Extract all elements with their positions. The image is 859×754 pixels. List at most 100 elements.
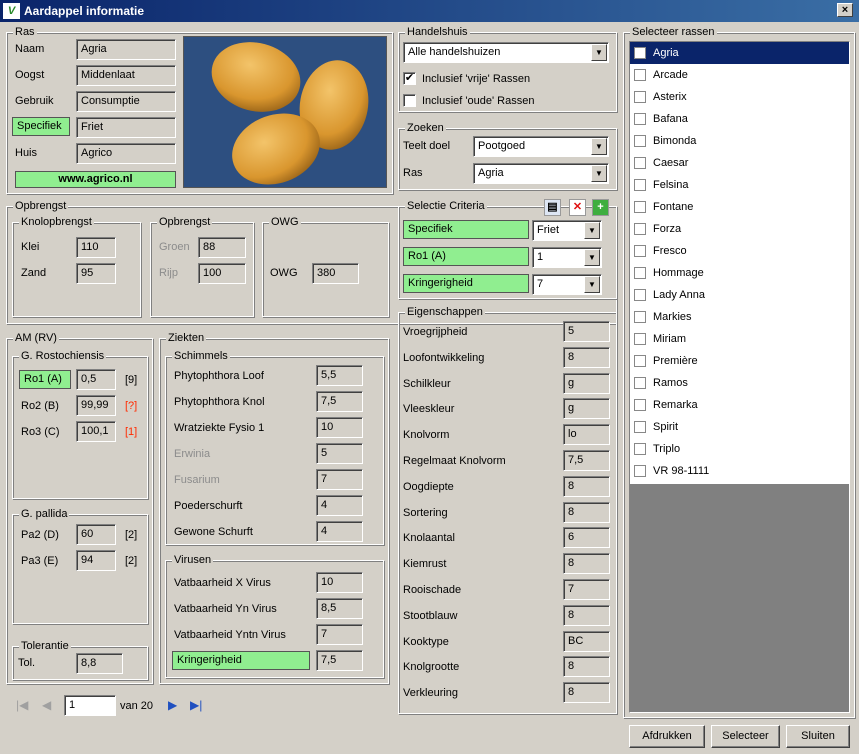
ras-field-value: Middenlaat bbox=[76, 65, 176, 86]
schimmel-value: 5,5 bbox=[316, 365, 363, 386]
ras-checkbox[interactable] bbox=[634, 465, 646, 477]
ro-note: [?] bbox=[125, 400, 138, 412]
rassen-list-item[interactable]: Fresco bbox=[630, 240, 849, 262]
ras-search-select[interactable]: Agria ▼ bbox=[473, 163, 609, 184]
rassen-list-item[interactable]: Hommage bbox=[630, 262, 849, 284]
tolerantie-legend: Tolerantie bbox=[19, 640, 71, 652]
prev-page-icon[interactable]: ◀ bbox=[42, 698, 51, 712]
rassen-list-body: Agria Arcade Asterix Bafana Bimonda Caesar Fel… bbox=[630, 42, 849, 484]
rassen-list-item[interactable]: Asterix bbox=[630, 86, 849, 108]
ras-checkbox[interactable] bbox=[634, 135, 646, 147]
ras-item-label: Fresco bbox=[653, 245, 687, 257]
rassen-list-item[interactable]: Miriam bbox=[630, 328, 849, 350]
handelshuis-select[interactable]: Alle handelshuizen ▼ bbox=[403, 42, 609, 63]
opbrengst-legend: Opbrengst bbox=[13, 200, 69, 212]
ras-item-label: Miriam bbox=[653, 333, 686, 345]
rassen-list-item[interactable]: Ramos bbox=[630, 372, 849, 394]
eigenschap-label: Stootblauw bbox=[403, 609, 458, 622]
ro-value: 99,99 bbox=[76, 395, 116, 416]
page-input[interactable]: 1 bbox=[64, 695, 116, 716]
ras-item-label: Hommage bbox=[653, 267, 704, 279]
rassen-list-item[interactable]: Felsina bbox=[630, 174, 849, 196]
selecteer-rassen-legend: Selecteer rassen bbox=[630, 26, 717, 38]
ras-checkbox[interactable] bbox=[634, 333, 646, 345]
ras-checkbox[interactable] bbox=[634, 289, 646, 301]
rassen-list-item[interactable]: Spirit bbox=[630, 416, 849, 438]
ras-checkbox[interactable] bbox=[634, 201, 646, 213]
rassen-list-item[interactable]: Arcade bbox=[630, 64, 849, 86]
criteria-select[interactable]: Friet ▼ bbox=[532, 220, 602, 241]
eigenschap-label: Vroegrijpheid bbox=[403, 326, 468, 338]
ras-item-label: Markies bbox=[653, 311, 692, 323]
first-page-icon[interactable]: |◀ bbox=[16, 698, 28, 712]
criteria-select[interactable]: 1 ▼ bbox=[532, 247, 602, 268]
rassen-list-item[interactable]: Bafana bbox=[630, 108, 849, 130]
ras-checkbox[interactable] bbox=[634, 421, 646, 433]
website-link[interactable]: www.agrico.nl bbox=[15, 171, 176, 188]
rijp-value: 100 bbox=[198, 263, 246, 284]
ras-checkbox[interactable] bbox=[634, 267, 646, 279]
ras-checkbox[interactable] bbox=[634, 91, 646, 103]
selecteer-button[interactable]: Selecteer bbox=[711, 725, 780, 748]
ro-note: [9] bbox=[125, 374, 138, 386]
virus-label: Vatbaarheid Yntn Virus bbox=[174, 629, 286, 641]
ras-item-label: Première bbox=[653, 355, 698, 367]
ras-checkbox[interactable] bbox=[634, 355, 646, 367]
ras-checkbox[interactable] bbox=[634, 113, 646, 125]
ro-label: Ro1 (A) bbox=[19, 370, 71, 389]
virus-value: 10 bbox=[316, 572, 363, 593]
pa-value: 94 bbox=[76, 550, 116, 571]
rassen-list-item[interactable]: Bimonda bbox=[630, 130, 849, 152]
schimmel-value: 7 bbox=[316, 469, 363, 490]
rassen-list-item[interactable]: Agria bbox=[630, 42, 849, 64]
virus-value: 7 bbox=[316, 624, 363, 645]
eigenschap-label: Schilkleur bbox=[403, 377, 451, 390]
ras-checkbox[interactable] bbox=[634, 311, 646, 323]
rassen-list-item[interactable]: Caesar bbox=[630, 152, 849, 174]
rassen-list-item[interactable]: Fontane bbox=[630, 196, 849, 218]
rassen-list-item[interactable]: Remarka bbox=[630, 394, 849, 416]
ras-checkbox[interactable] bbox=[634, 179, 646, 191]
ras-checkbox[interactable] bbox=[634, 157, 646, 169]
add-criteria-icon[interactable]: + bbox=[592, 199, 609, 216]
owg-label: OWG bbox=[270, 267, 298, 279]
sluiten-button[interactable]: Sluiten bbox=[786, 725, 850, 748]
ras-field-label: Huis bbox=[15, 147, 38, 159]
last-page-icon[interactable]: ▶| bbox=[190, 698, 202, 712]
next-page-icon[interactable]: ▶ bbox=[168, 698, 177, 712]
ras-checkbox[interactable] bbox=[634, 69, 646, 81]
title-bar: V Aardappel informatie × bbox=[0, 0, 859, 22]
ras-checkbox[interactable] bbox=[634, 443, 646, 455]
ras-item-label: Lady Anna bbox=[653, 289, 705, 301]
criteria-select[interactable]: 7 ▼ bbox=[532, 274, 602, 295]
ras-item-label: Forza bbox=[653, 223, 682, 235]
rostochiensis-legend: G. Rostochiensis bbox=[19, 350, 107, 362]
chevron-down-icon: ▼ bbox=[591, 165, 607, 182]
ras-checkbox[interactable] bbox=[634, 223, 646, 235]
ras-checkbox[interactable] bbox=[634, 245, 646, 257]
ras-item-label: VR 98-1111 bbox=[653, 465, 710, 477]
ro-label: Ro2 (B) bbox=[21, 400, 59, 412]
delete-criteria-icon[interactable]: ✕ bbox=[569, 199, 586, 216]
rassen-list-item[interactable]: Première bbox=[630, 350, 849, 372]
ras-checkbox[interactable] bbox=[634, 47, 646, 59]
ras-field-value: Agria bbox=[76, 39, 176, 60]
teelt-doel-select[interactable]: Pootgoed ▼ bbox=[473, 136, 609, 157]
rassen-list-item[interactable]: VR 98-1111 bbox=[630, 460, 849, 482]
rassen-list-item[interactable]: Forza bbox=[630, 218, 849, 240]
close-window-button[interactable]: × bbox=[837, 3, 853, 17]
inclusief-oude-checkbox[interactable] bbox=[403, 94, 416, 107]
ras-checkbox[interactable] bbox=[634, 377, 646, 389]
tol-label: Tol. bbox=[18, 657, 36, 669]
clear-criteria-icon[interactable]: ▤ bbox=[544, 199, 561, 216]
handelshuis-select-value: Alle handelshuizen bbox=[408, 46, 501, 58]
ras-checkbox[interactable] bbox=[634, 399, 646, 411]
rassen-list-item[interactable]: Lady Anna bbox=[630, 284, 849, 306]
ras-item-label: Ramos bbox=[653, 377, 688, 389]
rassen-list-item[interactable]: Triplo bbox=[630, 438, 849, 460]
afdrukken-button[interactable]: Afdrukken bbox=[629, 725, 705, 748]
rassen-list-item[interactable]: Markies bbox=[630, 306, 849, 328]
inclusief-vrije-checkbox[interactable]: ✔ bbox=[403, 72, 416, 85]
rassen-list[interactable]: Agria Arcade Asterix Bafana Bimonda Caesar Fel… bbox=[629, 41, 850, 713]
ro-value: 0,5 bbox=[76, 369, 116, 390]
